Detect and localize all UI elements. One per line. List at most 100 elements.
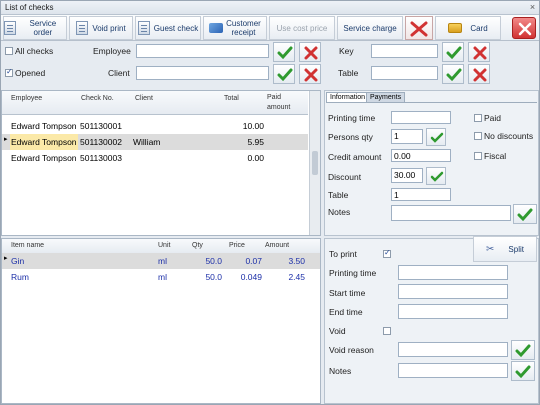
client-field[interactable] — [136, 66, 269, 80]
item-printing-time-field[interactable] — [398, 265, 508, 280]
item-notes-label: Notes — [329, 366, 352, 376]
use-cost-price-button[interactable]: Use cost price — [269, 16, 335, 40]
table-filter-field[interactable] — [371, 66, 438, 80]
to-print-label: To print — [329, 249, 357, 259]
service-order-label: Service order — [29, 19, 57, 37]
discount-field[interactable]: 30.00 — [391, 168, 423, 183]
card-button[interactable]: Card — [435, 16, 501, 40]
client-apply-button[interactable] — [273, 64, 295, 84]
col-amount[interactable]: Amount — [265, 242, 289, 249]
item-notes-apply-button[interactable] — [511, 361, 535, 381]
employee-clear-button[interactable] — [299, 42, 321, 62]
checks-scrollbar[interactable] — [309, 91, 320, 235]
checkmark-icon — [430, 132, 444, 143]
void-reason-label: Void reason — [329, 345, 374, 355]
client-clear-button[interactable] — [299, 64, 321, 84]
key-label: Key — [339, 46, 354, 56]
close-window-icon[interactable]: × — [527, 2, 538, 13]
tab-payments[interactable]: Payments — [366, 92, 406, 102]
void-checkbox[interactable] — [383, 327, 391, 335]
key-clear-button[interactable] — [468, 42, 490, 62]
notes-field[interactable] — [391, 205, 511, 221]
cell-employee: Edward Tompson — [11, 137, 77, 147]
list-item[interactable]: Rum ml 50.0 0.049 2.45 — [2, 269, 320, 285]
void-reason-apply-button[interactable] — [511, 340, 535, 360]
item-notes-field[interactable] — [398, 363, 508, 378]
service-charge-button[interactable]: Service charge — [337, 16, 403, 40]
key-field[interactable] — [371, 44, 438, 58]
document-icon — [137, 21, 150, 35]
split-button[interactable]: ✂ Split — [473, 236, 537, 262]
end-time-field[interactable] — [398, 304, 508, 319]
key-apply-button[interactable] — [442, 42, 464, 62]
start-time-field[interactable] — [398, 284, 508, 299]
to-print-checkbox[interactable] — [383, 248, 391, 258]
table-clear-button[interactable] — [468, 64, 490, 84]
checks-grid: Employee Check No. Client Total Paid amo… — [1, 90, 321, 236]
table-filter-label: Table — [338, 68, 359, 78]
col-employee[interactable]: Employee — [11, 95, 42, 102]
persons-qty-field[interactable]: 1 — [391, 129, 423, 144]
opened-checkbox[interactable] — [5, 67, 13, 77]
col-check-no[interactable]: Check No. — [81, 95, 114, 102]
items-grid-header: Item name Unit Qty Price Amount — [2, 239, 320, 254]
service-order-button[interactable]: Service order — [3, 16, 67, 40]
notes-apply-button[interactable] — [513, 204, 537, 224]
fiscal-checkbox[interactable] — [474, 152, 482, 160]
checkmark-icon — [430, 171, 444, 182]
cell-unit: ml — [158, 272, 167, 282]
check-info-panel: Information Payments Printing time Perso… — [324, 90, 539, 236]
credit-amount-field[interactable]: 0.00 — [391, 149, 451, 162]
employee-label: Employee — [93, 46, 131, 56]
void-reason-field[interactable] — [398, 342, 508, 357]
employee-field[interactable] — [136, 44, 269, 58]
col-qty[interactable]: Qty — [192, 242, 203, 249]
col-paid-amount[interactable]: Paid amount — [267, 93, 299, 113]
table-field[interactable]: 1 — [391, 188, 451, 201]
discount-label: Discount — [328, 172, 362, 182]
table-row[interactable]: Edward Tompson 501130001 10.00 — [2, 118, 308, 134]
end-time-label: End time — [329, 307, 363, 317]
notes-label: Notes — [328, 207, 351, 217]
card-label: Card — [470, 23, 488, 33]
all-checks-label: All checks — [15, 46, 54, 56]
exit-button[interactable] — [512, 17, 536, 39]
guest-check-button[interactable]: Guest check — [135, 16, 201, 40]
opened-label: Opened — [15, 68, 46, 78]
table-row-selected[interactable]: ▸ Edward Tompson 501130002 William 5.95 — [2, 134, 308, 150]
title-bar: List of checks × — [1, 1, 539, 15]
cell-employee: Edward Tompson — [11, 121, 77, 131]
printing-time-field[interactable] — [391, 111, 451, 124]
table-label: Table — [328, 190, 349, 200]
customer-receipt-button[interactable]: Customer receipt — [203, 16, 267, 40]
tab-information[interactable]: Information — [326, 92, 370, 102]
persons-qty-apply-button[interactable] — [426, 128, 446, 146]
table-apply-button[interactable] — [442, 64, 464, 84]
checks-grid-header: Employee Check No. Client Total Paid amo… — [2, 91, 308, 115]
cell-unit: ml — [158, 256, 167, 266]
credit-amount-label: Credit amount — [328, 152, 382, 162]
cancel-service-charge-button[interactable] — [405, 16, 433, 40]
col-unit[interactable]: Unit — [158, 242, 170, 249]
no-discounts-checkbox[interactable] — [474, 132, 482, 140]
employee-apply-button[interactable] — [273, 42, 295, 62]
envelope-icon — [208, 23, 223, 33]
start-time-label: Start time — [329, 288, 366, 298]
table-row[interactable]: Edward Tompson 501130003 0.00 — [2, 150, 308, 166]
paid-checkbox[interactable] — [474, 114, 482, 122]
void-print-button[interactable]: Void print — [69, 16, 133, 40]
discount-apply-button[interactable] — [426, 167, 446, 185]
card-icon — [448, 23, 463, 33]
list-item-selected[interactable]: ▸ Gin ml 50.0 0.07 3.50 — [2, 253, 320, 269]
client-label: Client — [108, 68, 130, 78]
col-total[interactable]: Total — [224, 95, 239, 102]
fiscal-label: Fiscal — [484, 151, 507, 161]
close-icon — [473, 46, 487, 60]
col-price[interactable]: Price — [229, 242, 245, 249]
all-checks-checkbox[interactable] — [5, 47, 13, 55]
scrollbar-thumb[interactable] — [312, 151, 318, 175]
col-item-name[interactable]: Item name — [11, 242, 44, 249]
checkmark-icon — [277, 68, 293, 82]
cell-check-no: 501130003 — [80, 153, 122, 163]
col-client[interactable]: Client — [135, 95, 153, 102]
